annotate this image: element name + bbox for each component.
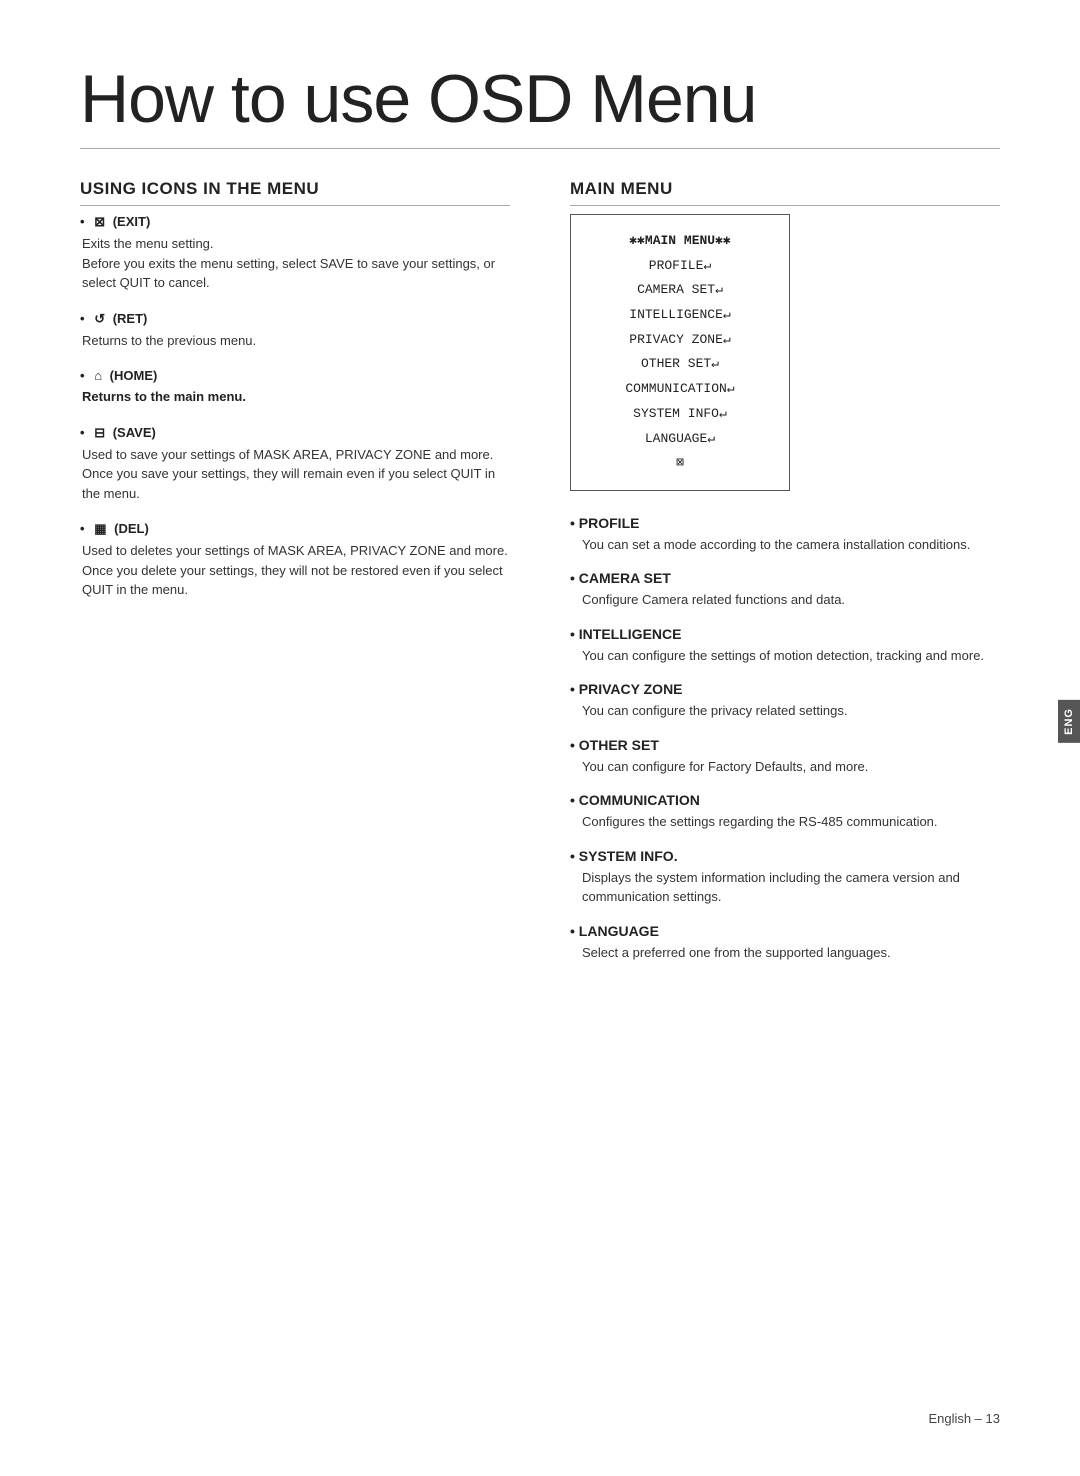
exit-icon: ⊠: [94, 214, 105, 230]
del-icon: ▦: [94, 521, 106, 537]
left-section-heading: USING ICONS IN THE MENU: [80, 179, 510, 206]
menu-item-desc-privacy-zone: You can configure the privacy related se…: [570, 701, 1000, 721]
menu-item-title-other-set: OTHER SET: [570, 737, 1000, 753]
exit-desc-1: Exits the menu setting.: [82, 234, 510, 254]
icon-item-del: • ▦ (DEL) Used to deletes your settings …: [80, 521, 510, 600]
menu-item-desc-profile: You can set a mode according to the came…: [570, 535, 1000, 555]
menu-item-privacy-zone: PRIVACY ZONE You can configure the priva…: [570, 681, 1000, 721]
menu-item-desc-camera-set: Configure Camera related functions and d…: [570, 590, 1000, 610]
bullet-home: •: [80, 368, 85, 383]
icon-item-exit: • ⊠ (EXIT) Exits the menu setting. Befor…: [80, 214, 510, 293]
bullet-ret: •: [80, 311, 85, 326]
save-desc-2: Once you save your settings, they will r…: [82, 464, 510, 503]
bullet-exit: •: [80, 214, 85, 229]
menu-item-camera-set: CAMERA SET Configure Camera related func…: [570, 570, 1000, 610]
bullet-del: •: [80, 521, 85, 536]
icon-item-save: • ⊟ (SAVE) Used to save your settings of…: [80, 425, 510, 504]
osd-item-communication: COMMUNICATION↵: [601, 377, 759, 402]
osd-item-language: LANGUAGE↵: [601, 427, 759, 452]
osd-item-profile: PROFILE↵: [601, 254, 759, 279]
menu-item-desc-communication: Configures the settings regarding the RS…: [570, 812, 1000, 832]
menu-item-desc-system-info: Displays the system information includin…: [570, 868, 1000, 907]
left-column: USING ICONS IN THE MENU • ⊠ (EXIT) Exits…: [80, 179, 510, 978]
menu-item-language: LANGUAGE Select a preferred one from the…: [570, 923, 1000, 963]
save-icon: ⊟: [94, 425, 105, 441]
menu-item-desc-other-set: You can configure for Factory Defaults, …: [570, 757, 1000, 777]
osd-menu-box: ✱✱MAIN MENU✱✱ PROFILE↵ CAMERA SET↵ INTEL…: [570, 214, 790, 491]
menu-item-title-privacy-zone: PRIVACY ZONE: [570, 681, 1000, 697]
menu-item-title-camera-set: CAMERA SET: [570, 570, 1000, 586]
osd-item-system-info: SYSTEM INFO↵: [601, 402, 759, 427]
menu-item-communication: COMMUNICATION Configures the settings re…: [570, 792, 1000, 832]
page-title: How to use OSD Menu: [80, 60, 1000, 138]
icon-label-exit: • ⊠ (EXIT): [80, 214, 510, 230]
menu-item-profile: PROFILE You can set a mode according to …: [570, 515, 1000, 555]
icon-label-del: • ▦ (DEL): [80, 521, 510, 537]
right-column: MAIN MENU ✱✱MAIN MENU✱✱ PROFILE↵ CAMERA …: [570, 179, 1000, 978]
icon-label-home: • ⌂ (HOME): [80, 368, 510, 383]
osd-item-privacy-zone: PRIVACY ZONE↵: [601, 328, 759, 353]
home-desc-bold: Returns to the main menu.: [82, 387, 510, 407]
osd-exit-symbol: ⊠: [601, 451, 759, 476]
menu-item-title-profile: PROFILE: [570, 515, 1000, 531]
icon-label-ret: • ↺ (RET): [80, 311, 510, 327]
icon-label-save: • ⊟ (SAVE): [80, 425, 510, 441]
menu-item-title-intelligence: INTELLIGENCE: [570, 626, 1000, 642]
menu-item-desc-intelligence: You can configure the settings of motion…: [570, 646, 1000, 666]
menu-item-title-language: LANGUAGE: [570, 923, 1000, 939]
page: How to use OSD Menu USING ICONS IN THE M…: [0, 0, 1080, 1476]
eng-tab: ENG: [1058, 700, 1080, 743]
ret-icon: ↺: [94, 311, 105, 327]
menu-item-desc-language: Select a preferred one from the supporte…: [570, 943, 1000, 963]
content-columns: USING ICONS IN THE MENU • ⊠ (EXIT) Exits…: [80, 179, 1000, 978]
title-divider: [80, 148, 1000, 149]
menu-item-title-system-info: SYSTEM INFO.: [570, 848, 1000, 864]
menu-item-intelligence: INTELLIGENCE You can configure the setti…: [570, 626, 1000, 666]
page-footer: English – 13: [928, 1411, 1000, 1426]
menu-item-other-set: OTHER SET You can configure for Factory …: [570, 737, 1000, 777]
home-icon: ⌂: [94, 368, 102, 383]
icon-item-ret: • ↺ (RET) Returns to the previous menu.: [80, 311, 510, 351]
osd-item-intelligence: INTELLIGENCE↵: [601, 303, 759, 328]
osd-item-other-set: OTHER SET↵: [601, 352, 759, 377]
right-section-heading: MAIN MENU: [570, 179, 1000, 206]
ret-desc: Returns to the previous menu.: [82, 331, 510, 351]
icon-item-home: • ⌂ (HOME) Returns to the main menu.: [80, 368, 510, 407]
bullet-save: •: [80, 425, 85, 440]
menu-item-title-communication: COMMUNICATION: [570, 792, 1000, 808]
osd-menu-title: ✱✱MAIN MENU✱✱: [601, 229, 759, 254]
del-desc-1: Used to deletes your settings of MASK AR…: [82, 541, 510, 561]
del-desc-2: Once you delete your settings, they will…: [82, 561, 510, 600]
osd-item-camera-set: CAMERA SET↵: [601, 278, 759, 303]
save-desc-1: Used to save your settings of MASK AREA,…: [82, 445, 510, 465]
menu-item-system-info: SYSTEM INFO. Displays the system informa…: [570, 848, 1000, 907]
exit-desc-2: Before you exits the menu setting, selec…: [82, 254, 510, 293]
